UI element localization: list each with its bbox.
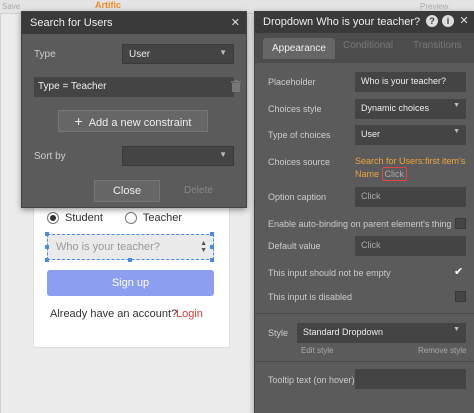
close-icon[interactable]: ✕: [458, 15, 470, 27]
property-tabs: Appearance Conditional Transitions: [255, 33, 474, 63]
dropdown-placeholder: Who is your teacher?: [56, 241, 160, 253]
disabled-checkbox[interactable]: [455, 291, 466, 302]
type-select-value: User: [129, 49, 151, 60]
trash-icon[interactable]: [231, 80, 241, 92]
radio-teacher-label: Teacher: [142, 212, 183, 224]
choices-style-label: Choices style: [268, 104, 322, 114]
tab-transitions[interactable]: Transitions: [413, 40, 462, 51]
type-of-choices-value: User: [361, 129, 381, 139]
teacher-dropdown-preview[interactable]: Who is your teacher? ▲ ▼: [47, 234, 214, 260]
add-constraint-label: Add a new constraint: [88, 117, 192, 129]
style-select[interactable]: Standard Dropdown ▼: [297, 323, 466, 343]
resize-handle-tr[interactable]: [210, 232, 214, 236]
resize-handle-left[interactable]: [45, 245, 49, 249]
section-divider: [255, 313, 474, 314]
choices-source-click[interactable]: Click: [381, 167, 408, 181]
constraint-row[interactable]: Type = Teacher: [34, 77, 234, 97]
header-icons: ? i ✕: [426, 15, 470, 27]
delete-button[interactable]: Delete: [184, 185, 213, 196]
radio-teacher[interactable]: [124, 212, 137, 224]
info-icon[interactable]: i: [442, 15, 454, 27]
not-empty-label: This input should not be empty: [268, 268, 391, 278]
section-divider: [255, 361, 474, 362]
dropdown-property-panel: Dropdown Who is your teacher? ? i ✕ Appe…: [254, 11, 474, 413]
sort-by-label: Sort by: [34, 151, 66, 162]
property-panel-header: Dropdown Who is your teacher? ? i ✕: [255, 11, 474, 33]
not-empty-checkbox[interactable]: ✔: [454, 265, 463, 278]
choices-source-expr-text: Search for Users:first item's Name: [355, 156, 466, 179]
close-icon[interactable]: ✕: [231, 16, 240, 29]
property-panel-title: Dropdown Who is your teacher?: [263, 16, 421, 28]
tooltip-input[interactable]: [355, 369, 466, 389]
choices-source-label: Choices source: [268, 157, 331, 167]
resize-handle-br[interactable]: [210, 258, 214, 262]
remove-style-link[interactable]: Remove style: [418, 346, 466, 355]
chevron-down-icon: ▼: [453, 326, 460, 333]
default-value-label: Default value: [268, 241, 321, 251]
sort-by-select[interactable]: ▼: [122, 146, 234, 166]
topbar-orange-fragment: Artific: [95, 0, 122, 10]
resize-handle-right[interactable]: [210, 245, 214, 249]
already-account-text: Already have an account?: [50, 308, 178, 320]
resize-handle-bl[interactable]: [45, 258, 49, 262]
topbar-left-fragment: Save: [2, 2, 21, 11]
topbar-right-fragment: Preview: [420, 2, 449, 11]
type-of-choices-label: Type of choices: [268, 130, 331, 140]
radio-student[interactable]: [47, 212, 59, 224]
autobinding-label: Enable auto-binding on parent element's …: [268, 219, 452, 229]
type-label: Type: [34, 49, 56, 60]
tooltip-label: Tooltip text (on hover): [268, 375, 355, 385]
disabled-label: This input is disabled: [268, 292, 353, 302]
chevron-down-icon: ▼: [453, 102, 460, 109]
login-link[interactable]: Login: [176, 308, 203, 320]
plus-icon: +: [74, 113, 83, 129]
add-constraint-button[interactable]: + Add a new constraint: [58, 110, 208, 132]
choices-style-select[interactable]: Dynamic choices ▼: [355, 99, 466, 119]
chevron-down-icon: ▼: [219, 48, 227, 57]
tab-appearance[interactable]: Appearance: [263, 38, 335, 59]
style-value: Standard Dropdown: [303, 327, 384, 337]
placeholder-label: Placeholder: [268, 77, 316, 87]
search-panel-header: Search for Users ✕: [22, 12, 246, 34]
placeholder-input[interactable]: Who is your teacher?: [355, 72, 466, 92]
default-value-input[interactable]: Click: [355, 236, 466, 256]
radio-student-label: Student: [65, 212, 103, 224]
autobinding-checkbox[interactable]: [455, 218, 466, 229]
choices-style-value: Dynamic choices: [361, 103, 430, 113]
type-select[interactable]: User ▼: [122, 44, 234, 64]
search-panel-title: Search for Users: [30, 17, 113, 29]
close-button[interactable]: Close: [94, 180, 160, 202]
role-radio-group: Student Teacher: [47, 212, 204, 224]
option-caption-input[interactable]: Click: [355, 187, 466, 207]
constraint-text: Type = Teacher: [38, 81, 107, 92]
resize-handle-tl[interactable]: [45, 232, 49, 236]
style-label: Style: [268, 328, 289, 338]
type-of-choices-select[interactable]: User ▼: [355, 125, 466, 145]
edit-style-link[interactable]: Edit style: [301, 346, 333, 355]
resize-handle-bottom[interactable]: [128, 258, 132, 262]
search-for-users-panel: Search for Users ✕ Type User ▼ Type = Te…: [21, 11, 247, 208]
chevron-down-icon: ▼: [219, 150, 227, 159]
tab-conditional[interactable]: Conditional: [343, 40, 393, 51]
canvas-edge: [0, 14, 1, 413]
chevron-down-icon: ▼: [453, 128, 460, 135]
option-caption-label: Option caption: [268, 192, 327, 202]
dropdown-arrows-icon: ▲ ▼: [200, 240, 207, 254]
signup-button[interactable]: Sign up: [47, 270, 214, 296]
choices-source-expression[interactable]: Search for Users:first item's Name Click: [355, 155, 466, 181]
help-icon[interactable]: ?: [426, 15, 438, 27]
